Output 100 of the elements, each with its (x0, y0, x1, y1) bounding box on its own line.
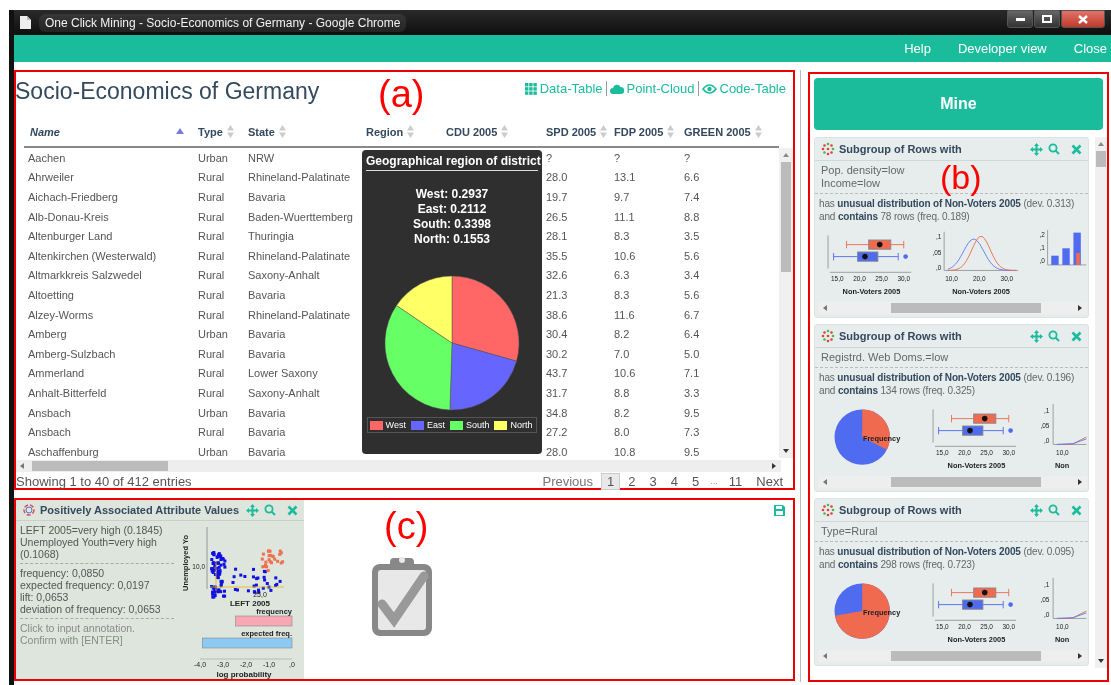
column-header[interactable]: SPD 2005 (542, 125, 610, 138)
page-link[interactable]: 11 (722, 472, 749, 490)
table-cell-text: Rural (197, 191, 226, 203)
column-header[interactable]: Region (362, 125, 442, 138)
axis-label: Non-Voters 2005 (947, 634, 1006, 644)
table-cell-text: Rural (197, 230, 226, 243)
table-cell-text: Bavaria (247, 191, 287, 203)
table-cell-text: 7.0 (613, 347, 631, 360)
description-text: has unusual distribution of Non-Voters 2005 (dev. 0.196) (819, 371, 1076, 384)
table-cell-text: Altmarkkreis Salzwedel (27, 269, 143, 282)
table-cell-text: Ammerland (27, 367, 86, 380)
table-cell-text: 32.6 (545, 269, 569, 282)
table-cell-text: ? (683, 151, 692, 164)
stat-text: expected frequency: 0,0197 (20, 579, 151, 591)
table-cell-text: Amberg (27, 328, 68, 341)
table-cell-text: 8.0 (613, 426, 631, 439)
table-cell-text: 43.7 (545, 367, 569, 380)
page-title: Socio-Economics of Germany (15, 78, 320, 105)
tooltip-line: South: 0.3398 (413, 217, 491, 232)
table-cell-text: Ahrweiler (27, 171, 75, 184)
column-header[interactable]: FDP 2005 (610, 125, 680, 138)
table-cell-text: 19.7 (545, 191, 569, 203)
pagination-gap: ... (709, 476, 719, 486)
table-cell-text: 8.2 (613, 328, 631, 341)
table-cell-text: Rural (197, 269, 226, 282)
table-cell-text: 38.6 (545, 308, 569, 321)
table-cell-text: 7.1 (683, 367, 701, 380)
section-marker: (c) (384, 504, 429, 548)
table-cell-text: Bavaria (247, 445, 287, 458)
table-cell-text: Alb-Donau-Kreis (27, 210, 110, 223)
page-link[interactable]: 4 (664, 472, 684, 490)
table-cell-text: Aschaffenburg (27, 445, 100, 458)
legend-label: West (385, 420, 406, 430)
axis-label: Non (1054, 634, 1069, 644)
table-cell-text: ? (613, 151, 622, 164)
pattern-text: Unemployed Youth=very high (0.1068) (20, 536, 158, 560)
table-cell-text: 34.8 (545, 406, 569, 419)
table-cell-text: Baden-Wuerttemberg (247, 210, 354, 223)
table-cell-text: Amberg-Sulzbach (27, 347, 117, 360)
description-text: has unusual distribution of Non-Voters 2005 (dev. 0.313) (819, 197, 1076, 210)
table-cell-text: Rural (197, 367, 226, 380)
table-cell-text: Altoetting (27, 288, 75, 301)
column-header[interactable]: GREEN 2005 (680, 125, 779, 138)
table-cell-text: ? (545, 151, 554, 164)
next-link[interactable]: Next (750, 472, 789, 490)
table-cell-text: Rural (197, 347, 226, 360)
table-cell-text: 30.4 (545, 328, 569, 341)
section-marker: (a) (378, 72, 425, 116)
table-cell-text: 10.8 (613, 445, 637, 458)
table-cell-text: 5.6 (683, 249, 701, 262)
legend-label: North (510, 420, 533, 430)
previous-link[interactable]: Previous (536, 472, 600, 490)
condition-text: Income=low (821, 177, 881, 190)
table-cell-text: 28.1 (545, 230, 569, 243)
table-cell-text: Aichach-Friedberg (27, 191, 119, 203)
table-cell-text: Rural (197, 308, 226, 321)
condition-text: Pop. density=low (821, 164, 906, 177)
table-cell-text: Rhineland-Palatinate (247, 249, 352, 262)
table-cell-text: Urban (197, 445, 229, 458)
column-header[interactable]: State (244, 125, 362, 138)
table-cell-text: Rhineland-Palatinate (247, 171, 352, 184)
table-cell-text: 8.2 (613, 406, 631, 419)
description-text: and contains 78 rows (freq. 0.189) (819, 210, 971, 223)
table-cell-text: Bavaria (247, 288, 287, 301)
table-cell-text: Rural (197, 249, 226, 262)
axis-label: Non-Voters 2005 (842, 286, 901, 296)
tooltip-line: East: 0.2112 (417, 202, 487, 217)
axis-label: log probability (216, 670, 272, 679)
table-cell-text: 9.5 (683, 445, 701, 458)
table-cell-text: 6.7 (683, 308, 701, 321)
table-cell-text: Rhineland-Palatinate (247, 308, 352, 321)
page-link[interactable]: 2 (622, 472, 642, 490)
table-cell-text: Bavaria (247, 426, 287, 439)
table-cell-text: NRW (247, 151, 276, 164)
page-link[interactable]: 3 (643, 472, 663, 490)
column-header[interactable]: Type (194, 125, 244, 138)
table-cell-text: Rural (197, 288, 226, 301)
table-cell-text: 9.5 (683, 406, 701, 419)
table-cell-text: Bavaria (247, 347, 287, 360)
table-cell-text: 8.3 (613, 230, 631, 243)
table-cell-text: Lower Saxony (247, 367, 319, 380)
column-header[interactable]: CDU 2005 (442, 125, 542, 138)
page-link[interactable]: 5 (686, 472, 706, 490)
description-text: has unusual distribution of Non-Voters 2005 (dev. 0.095) (819, 545, 1076, 558)
table-cell-text: Saxony-Anhalt (247, 269, 321, 282)
legend-label: East (426, 420, 445, 430)
table-cell-text: Urban (197, 151, 229, 164)
card-title: Positively Associated Attribute Values (40, 504, 240, 516)
table-cell-text: 9.7 (613, 191, 631, 203)
card-title: Subgroup of Rows with (839, 504, 962, 516)
stat-text: lift: 0,0653 (20, 591, 70, 603)
condition-text: Type=Rural (821, 525, 879, 538)
column-header[interactable]: Name (24, 125, 194, 138)
table-cell-text: 31.7 (545, 386, 569, 399)
table-cell-text: 3.4 (683, 269, 701, 282)
page-link[interactable]: 1 (601, 472, 621, 490)
table-cell-text: Ansbach (27, 426, 72, 439)
table-cell-text: 21.3 (545, 288, 569, 301)
table-cell-text: 8.8 (683, 210, 701, 223)
table-cell-text: 10.6 (613, 367, 637, 380)
